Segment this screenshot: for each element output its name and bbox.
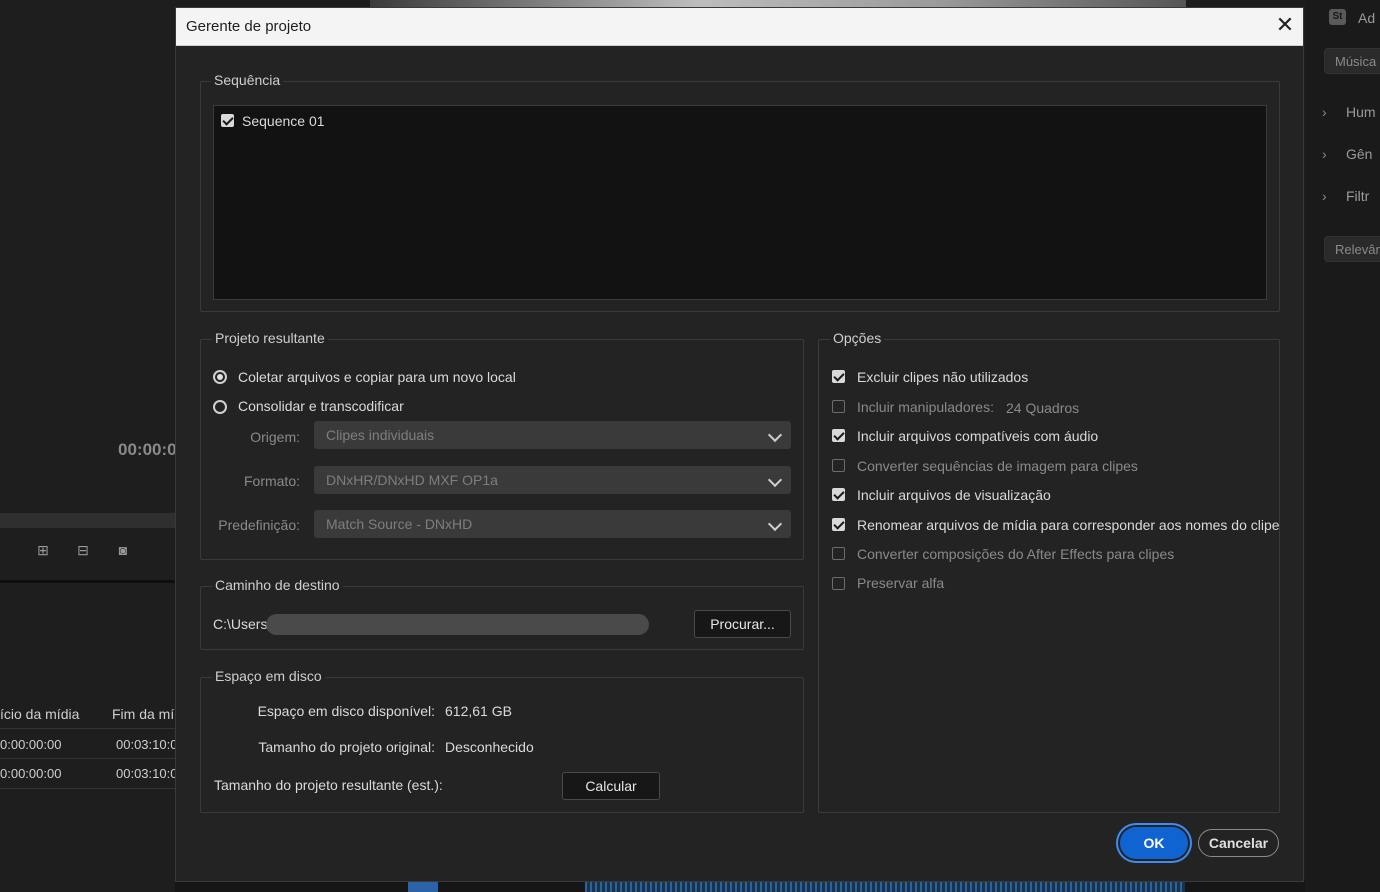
option-collect-copy-label[interactable]: Coletar arquivos e copiar para um novo l… — [238, 369, 516, 385]
close-icon[interactable]: ✕ — [1273, 14, 1297, 38]
checkbox-convert-image-sequences[interactable] — [832, 459, 845, 472]
column-header-media-end[interactable]: Fim da mí — [112, 706, 174, 722]
original-size-label: Tamanho do projeto original: — [258, 739, 435, 755]
filter-item-mood[interactable]: › Hum — [1322, 104, 1376, 120]
available-space-label: Espaço em disco disponível: — [257, 703, 435, 719]
browse-button[interactable]: Procurar... — [694, 610, 791, 638]
filter-item-label: Gên — [1346, 146, 1373, 162]
dialog-title: Gerente de projeto — [186, 18, 312, 35]
format-select-value: DNxHR/DNxHD MXF OP1a — [326, 472, 498, 488]
option-include-preview-files-label[interactable]: Incluir arquivos de visualização — [857, 487, 1051, 503]
format-label: Formato: — [243, 473, 300, 489]
cell-end: 00:03:10:0 — [116, 737, 178, 752]
source-select-value: Clipes individuais — [326, 427, 435, 443]
cell-start: 0:00:00:00 — [0, 766, 62, 781]
sequence-checkbox[interactable] — [221, 114, 234, 127]
checkbox-include-handles[interactable] — [832, 400, 845, 413]
radio-consolidate[interactable] — [213, 400, 227, 414]
music-button[interactable]: Música — [1324, 48, 1380, 74]
chevron-right-icon: › — [1322, 104, 1327, 120]
ok-button[interactable]: OK — [1120, 827, 1188, 859]
camera-icon[interactable]: ◙ — [110, 540, 136, 560]
preset-label: Predefinição: — [218, 517, 300, 533]
chevron-down-icon — [767, 427, 783, 443]
column-header-media-start[interactable]: ício da mídia — [0, 706, 79, 722]
sequence-list — [213, 105, 1267, 300]
checkbox-preserve-alpha[interactable] — [832, 577, 845, 590]
monitor-toolbar: ⊞ ⊟ ◙ — [30, 540, 136, 560]
options-legend: Opções — [830, 330, 885, 346]
result-size-label: Tamanho do projeto resultante (est.): — [214, 777, 443, 793]
preset-select-value: Match Source - DNxHD — [326, 516, 473, 532]
option-preserve-alpha-label: Preservar alfa — [857, 575, 945, 591]
checkbox-include-audio-conform[interactable] — [832, 429, 845, 442]
timecode-display: 00:00:0 — [118, 440, 177, 459]
cancel-button[interactable]: Cancelar — [1198, 829, 1279, 857]
libraries-panel — [1305, 0, 1380, 892]
table-row[interactable]: 0:00:00:00 00:03:10:0 — [0, 758, 178, 789]
cell-start: 0:00:00:00 — [0, 737, 62, 752]
destination-legend: Caminho de destino — [212, 577, 343, 593]
calculate-button[interactable]: Calcular — [562, 772, 660, 800]
filter-item-filter[interactable]: › Filtr — [1322, 188, 1369, 204]
disk-space-legend: Espaço em disco — [212, 668, 325, 684]
project-manager-dialog: Gerente de projeto ✕ Sequência Sequence … — [175, 7, 1304, 882]
option-include-handles-label: Incluir manipuladores: — [857, 399, 994, 415]
option-consolidate-label[interactable]: Consolidar e transcodificar — [238, 398, 404, 414]
filter-item-label: Hum — [1346, 104, 1376, 120]
option-include-audio-conform-label[interactable]: Incluir arquivos compatíveis com áudio — [857, 428, 1098, 444]
chevron-down-icon — [767, 472, 783, 488]
source-select: Clipes individuais — [314, 421, 791, 449]
format-select: DNxHR/DNxHD MXF OP1a — [314, 466, 791, 494]
overwrite-icon[interactable]: ⊟ — [70, 540, 96, 560]
table-row[interactable]: 0:00:00:00 00:03:10:0 — [0, 728, 178, 758]
panel-divider — [0, 580, 175, 583]
preset-select: Match Source - DNxHD — [314, 510, 791, 538]
chevron-down-icon — [767, 516, 783, 532]
available-space-value: 612,61 GB — [445, 703, 512, 719]
filter-item-genre[interactable]: › Gên — [1322, 146, 1372, 162]
checkbox-exclude-unused[interactable] — [832, 370, 845, 383]
cell-end: 00:03:10:0 — [116, 766, 178, 781]
filter-item-label: Filtr — [1346, 188, 1370, 204]
chevron-right-icon: › — [1322, 146, 1327, 162]
sequence-legend: Sequência — [211, 72, 284, 88]
relevance-button[interactable]: Relevân — [1324, 236, 1380, 262]
stock-logo-icon: St — [1329, 9, 1346, 25]
handles-frames-value[interactable]: 24 Quadros — [1006, 400, 1079, 416]
option-convert-after-effects-label: Converter composições do After Effects p… — [857, 546, 1175, 562]
option-convert-image-sequences-label: Converter sequências de imagem para clip… — [857, 458, 1138, 474]
panel-scrollbar[interactable] — [0, 513, 175, 528]
original-size-value: Desconhecido — [445, 739, 534, 755]
sequence-item-label[interactable]: Sequence 01 — [242, 113, 325, 129]
checkbox-rename-media[interactable] — [832, 518, 845, 531]
insert-icon[interactable]: ⊞ — [30, 540, 56, 560]
checkbox-convert-after-effects[interactable] — [832, 547, 845, 560]
add-label[interactable]: Ad — [1358, 10, 1375, 26]
result-project-legend: Projeto resultante — [212, 330, 328, 346]
redacted-path — [266, 614, 649, 635]
destination-path: C:\Users\ — [213, 616, 272, 632]
radio-collect-copy[interactable] — [213, 370, 227, 384]
option-rename-media-label[interactable]: Renomear arquivos de mídia para correspo… — [857, 517, 1280, 533]
checkbox-include-preview-files[interactable] — [832, 488, 845, 501]
chevron-right-icon: › — [1322, 188, 1327, 204]
option-exclude-unused-label[interactable]: Excluir clipes não utilizados — [857, 369, 1028, 385]
dialog-titlebar[interactable]: Gerente de projeto ✕ — [176, 8, 1303, 46]
source-label: Origem: — [250, 429, 300, 445]
